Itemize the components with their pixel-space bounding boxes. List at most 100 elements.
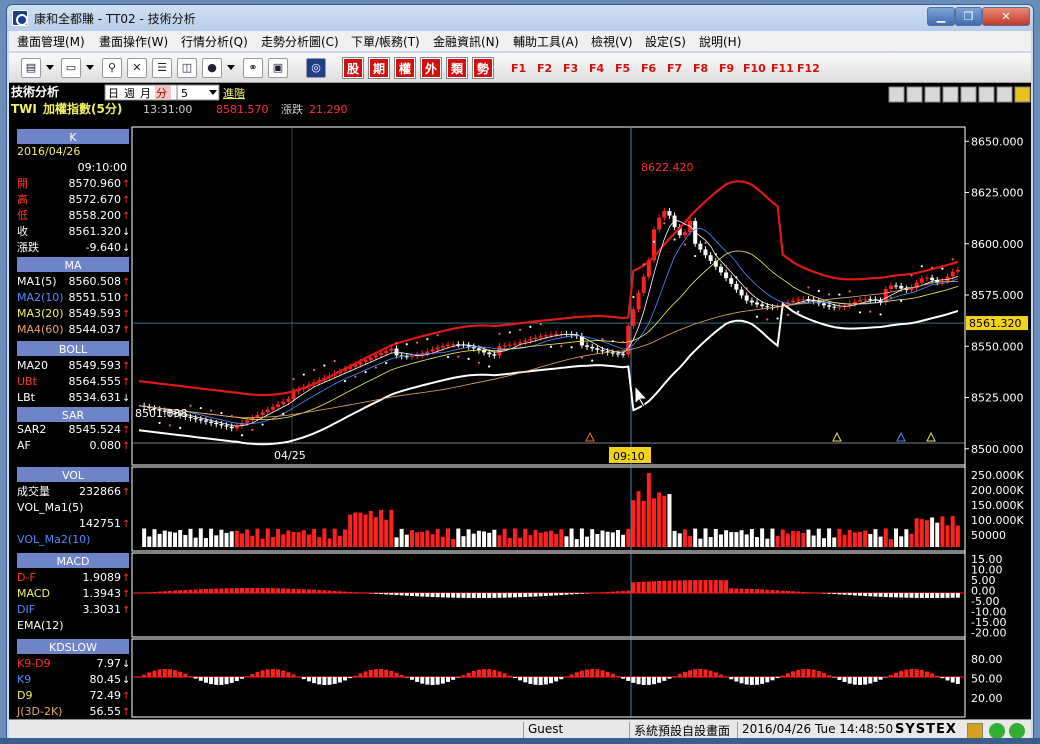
macd-row-label: D-F <box>17 571 36 584</box>
kd-bar <box>250 674 255 677</box>
options-button[interactable]: 權 <box>394 57 416 79</box>
candle-body <box>219 424 224 426</box>
macd-bar <box>930 593 935 598</box>
kd-bar <box>528 677 533 684</box>
save-icon[interactable] <box>978 86 995 103</box>
tile-icon[interactable]: ☰ <box>152 58 172 78</box>
candle-body <box>595 348 600 350</box>
window-icon[interactable] <box>996 86 1013 103</box>
f1-button[interactable]: F1 <box>511 62 526 75</box>
f3-button[interactable]: F3 <box>563 62 578 75</box>
technical-analysis-pane: 技術分析 日 週 月 分 5 進階 TWI 加權指數(5分) 13:31:00 … <box>9 83 1031 719</box>
menu-tools[interactable]: 輔助工具(A) <box>513 33 579 50</box>
sar-dot <box>848 290 851 293</box>
sar-dot <box>436 334 439 337</box>
f2-button[interactable]: F2 <box>537 62 552 75</box>
comment-icon[interactable] <box>960 86 977 103</box>
sar-header-label: SAR <box>62 409 85 422</box>
volume-bar <box>173 532 178 547</box>
f5-button[interactable]: F5 <box>615 62 630 75</box>
macd-bar <box>322 590 327 593</box>
chevron-down-icon[interactable] <box>46 65 54 70</box>
f6-button[interactable]: F6 <box>641 62 656 75</box>
trend-button[interactable]: 勢 <box>472 57 494 79</box>
period-day[interactable]: 日 <box>108 87 119 100</box>
macd-bar <box>945 593 950 598</box>
macd-bar <box>791 591 796 593</box>
menu-settings[interactable]: 設定(S) <box>645 33 686 50</box>
magnify-minus-icon[interactable] <box>942 86 959 103</box>
chart-canvas[interactable]: 技術分析 日 週 月 分 5 進階 TWI 加權指數(5分) 13:31:00 … <box>9 83 1031 719</box>
split-icon[interactable]: ◫ <box>177 58 197 78</box>
menu-view[interactable]: 檢視(V) <box>591 33 633 50</box>
f12-button[interactable]: F12 <box>797 62 820 75</box>
f9-button[interactable]: F9 <box>719 62 734 75</box>
volume-bar <box>420 531 425 547</box>
menu-order-account[interactable]: 下單/帳務(T) <box>351 33 420 50</box>
candle-body <box>482 350 487 353</box>
folder-icon[interactable] <box>1014 86 1031 103</box>
link-icon[interactable]: ⚭ <box>243 58 263 78</box>
kd-row-value: 7.97 <box>97 657 122 670</box>
k-row-value: -9.640 <box>86 241 121 254</box>
title-bar[interactable]: 康和全都賺 - TT02 - 技術分析 ▁ ❐ ✕ <box>7 5 1033 31</box>
kd-bar <box>667 677 672 679</box>
advanced-link[interactable]: 進階 <box>223 86 245 100</box>
futures-button[interactable]: 期 <box>368 57 390 79</box>
volume-bar <box>487 532 492 547</box>
zoom-out-icon[interactable] <box>888 86 905 103</box>
volume-bar <box>955 525 960 547</box>
period-week[interactable]: 週 <box>124 87 135 100</box>
period-month[interactable]: 月 <box>140 87 151 100</box>
close-button[interactable]: ✕ <box>982 7 1030 26</box>
zoom-in-icon[interactable] <box>906 86 923 103</box>
cursor-time-label: 09:10 <box>613 450 645 463</box>
f7-button[interactable]: F7 <box>667 62 682 75</box>
chart-window-icon[interactable]: ▣ <box>268 58 288 78</box>
volume-bar <box>348 514 353 547</box>
kd-axis-label: 50.00 <box>971 673 1003 686</box>
close-window-icon[interactable]: ✕ <box>127 58 147 78</box>
brand-logo-icon[interactable]: ◎ <box>306 58 326 78</box>
kd-bar <box>847 677 852 684</box>
stock-button[interactable]: 股 <box>342 57 364 79</box>
f4-button[interactable]: F4 <box>589 62 604 75</box>
monitor-icon[interactable]: ▭ <box>61 58 81 78</box>
kd-bar <box>554 677 559 682</box>
macd-bar <box>198 589 203 593</box>
menu-screen-manage[interactable]: 畫面管理(M) <box>17 33 85 50</box>
kd-bar <box>482 669 487 677</box>
period-minute[interactable]: 分 <box>156 87 167 100</box>
kd-row-label: D9 <box>17 689 32 702</box>
chevron-down-icon[interactable] <box>86 65 94 70</box>
magnify-icon[interactable] <box>924 86 941 103</box>
menu-help[interactable]: 說明(H) <box>699 33 741 50</box>
coin-icon[interactable]: ● <box>202 58 222 78</box>
sar-dot <box>807 286 810 289</box>
menu-financial-info[interactable]: 金融資訊(N) <box>433 33 499 50</box>
kd-bar <box>384 669 389 677</box>
sar-dot <box>889 296 893 299</box>
kd-bar <box>394 672 399 677</box>
kd-bar <box>821 672 826 677</box>
menu-quote-analysis[interactable]: 行情分析(Q) <box>181 33 248 50</box>
chevron-down-icon[interactable] <box>227 65 235 70</box>
f10-button[interactable]: F10 <box>743 62 766 75</box>
candle-body <box>615 353 620 355</box>
f8-button[interactable]: F8 <box>693 62 708 75</box>
candle-body <box>852 301 857 304</box>
volume-bar <box>415 532 420 547</box>
menu-screen-operate[interactable]: 畫面操作(W) <box>99 33 168 50</box>
minimize-button[interactable]: ▁ <box>927 7 955 26</box>
candle-body <box>636 292 641 310</box>
search-icon[interactable]: ⚲ <box>102 58 122 78</box>
macd-bar <box>203 588 208 593</box>
macd-bar <box>610 591 615 593</box>
f11-button[interactable]: F11 <box>771 62 794 75</box>
layout-icon[interactable]: ▤ <box>21 58 41 78</box>
category-button[interactable]: 類 <box>446 57 468 79</box>
macd-bar <box>729 588 734 593</box>
maximize-button[interactable]: ❐ <box>955 7 982 26</box>
menu-trend-chart[interactable]: 走勢分析圖(C) <box>261 33 339 50</box>
foreign-button[interactable]: 外 <box>420 57 442 79</box>
